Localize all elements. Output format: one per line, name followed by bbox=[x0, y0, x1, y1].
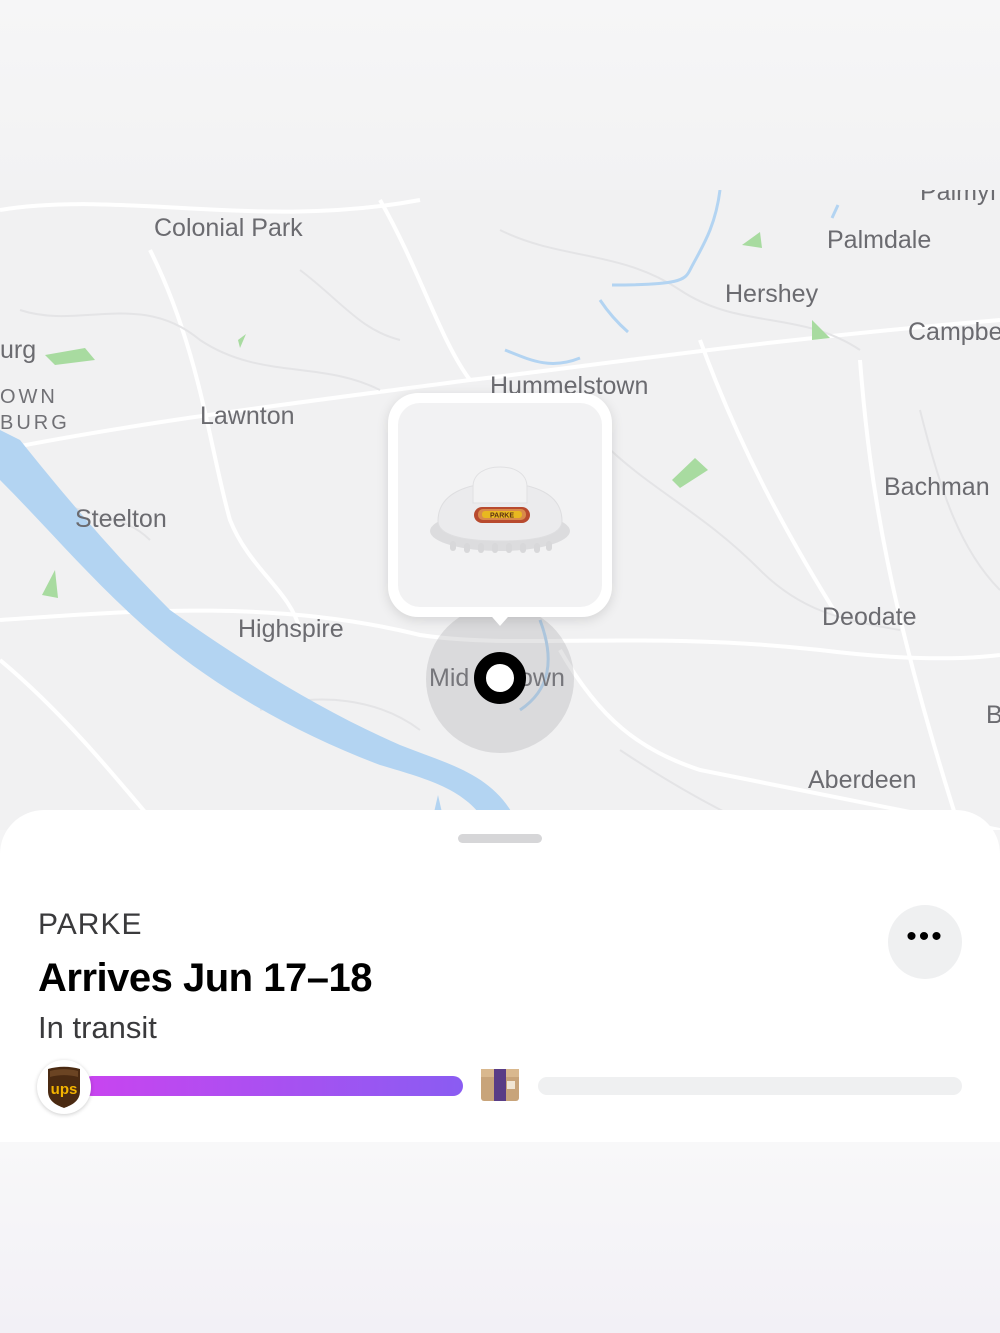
map-label-burg-caps: BURG bbox=[0, 412, 70, 434]
map-label-harrisburg-partial: urg bbox=[0, 336, 37, 364]
map-label-colonial-park: Colonial Park bbox=[154, 214, 303, 242]
current-location-marker bbox=[474, 652, 526, 704]
road bbox=[858, 359, 962, 830]
map-label-aberdeen: Aberdeen bbox=[808, 766, 917, 794]
carrier-name: ups bbox=[51, 1081, 78, 1098]
more-horizontal-icon: ••• bbox=[906, 920, 944, 953]
arrival-estimate: Arrives Jun 17–18 bbox=[38, 956, 372, 1000]
hair-claw-clip-image: PARKE bbox=[430, 466, 570, 553]
road bbox=[698, 339, 842, 622]
product-image: PARKE bbox=[398, 403, 602, 607]
ups-logo-icon: ups bbox=[37, 1060, 91, 1114]
park bbox=[238, 334, 246, 348]
merchant-name: PARKE bbox=[38, 908, 143, 941]
map-label-lawnton: Lawnton bbox=[200, 402, 295, 430]
minor-road bbox=[599, 439, 901, 631]
shipment-sheet[interactable]: PARKE Arrives Jun 17–18 In transit ••• u… bbox=[0, 810, 1000, 1142]
road bbox=[378, 199, 472, 382]
map-label-steelton: Steelton bbox=[75, 505, 167, 533]
more-options-button[interactable]: ••• bbox=[888, 905, 962, 979]
creek bbox=[830, 204, 840, 219]
minor-road bbox=[299, 269, 401, 341]
map-label-bachmanville: Bachman bbox=[884, 473, 990, 501]
map-label-b-edge: B bbox=[986, 701, 1000, 729]
creek bbox=[504, 348, 581, 365]
product-thumbnail-card[interactable]: PARKE bbox=[388, 393, 612, 617]
shipment-status: In transit bbox=[38, 1010, 157, 1045]
map-label-highspire: Highspire bbox=[238, 615, 344, 643]
map-label-palmdale: Palmdale bbox=[827, 226, 932, 254]
park bbox=[742, 232, 762, 248]
map-label-town-caps: OWN bbox=[0, 386, 58, 408]
map-label-palmyra: Palmyı bbox=[920, 190, 997, 206]
top-blurred-area bbox=[0, 0, 1000, 190]
sheet-drag-handle[interactable] bbox=[458, 834, 542, 843]
map-label-hershey: Hershey bbox=[725, 280, 819, 308]
product-brand-text: PARKE bbox=[490, 513, 514, 520]
bottom-blurred-area bbox=[0, 1142, 1000, 1333]
creek bbox=[598, 299, 629, 334]
map-label-deodate: Deodate bbox=[822, 603, 917, 631]
road bbox=[0, 198, 421, 214]
park bbox=[42, 570, 58, 598]
progress-track bbox=[538, 1077, 962, 1095]
park bbox=[812, 320, 830, 340]
package-icon bbox=[480, 1067, 520, 1103]
road bbox=[0, 658, 162, 830]
card-pointer bbox=[486, 610, 514, 626]
park bbox=[672, 458, 708, 488]
map-label-campbelltown: Campbe bbox=[908, 318, 1000, 346]
progress-fill bbox=[82, 1076, 463, 1096]
park bbox=[45, 348, 95, 365]
creek bbox=[611, 190, 722, 287]
road bbox=[148, 249, 302, 631]
